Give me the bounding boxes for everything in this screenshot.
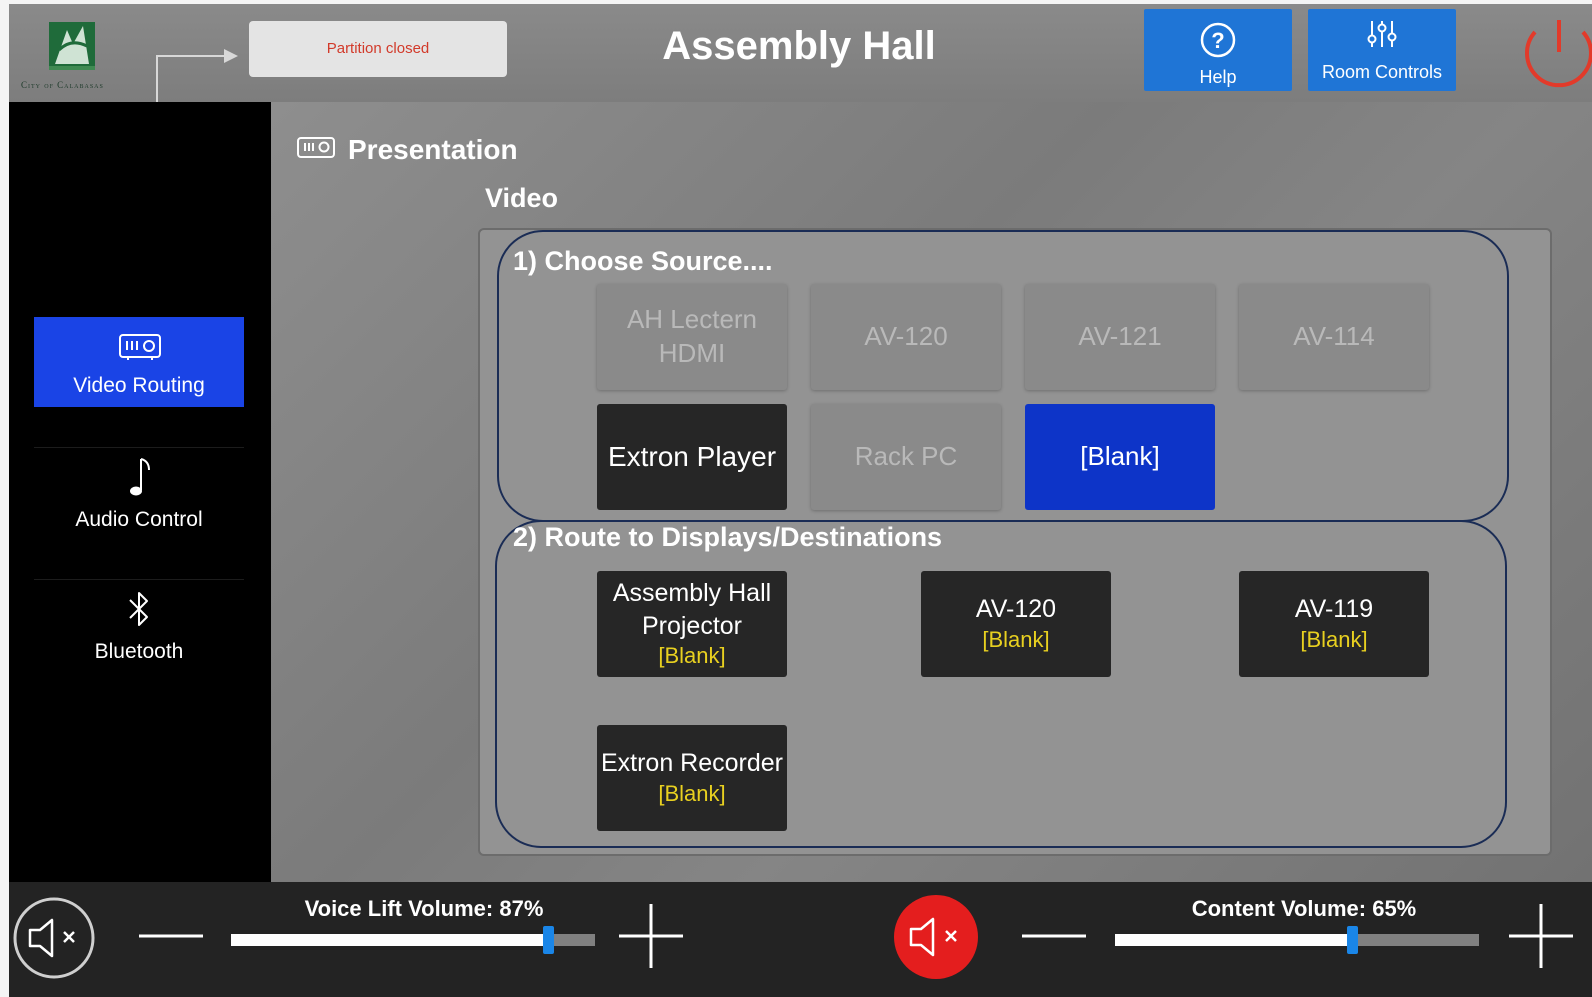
source-label: Extron Player (607, 440, 777, 472)
source-button-av-114[interactable]: AV-114 (1239, 284, 1429, 390)
destination-label: AV-119 (1294, 595, 1374, 624)
destination-source: [Blank] (982, 626, 1050, 652)
sidebar-item-label: Audio Control (75, 508, 203, 531)
speaker-mute-icon (28, 918, 54, 958)
svg-text:?: ? (1211, 28, 1224, 53)
help-circle-icon: ? (1200, 22, 1236, 58)
room-controls-button[interactable]: Room Controls (1308, 9, 1456, 91)
projector-icon (297, 137, 335, 158)
content-minus-button[interactable] (1022, 932, 1086, 940)
destination-label: AV-120 (975, 595, 1057, 624)
room-controls-label: Room Controls (1321, 62, 1443, 82)
voice-lift-volume-label: Voice Lift Volume: 87% (304, 896, 544, 921)
slider-handle[interactable] (1347, 926, 1358, 954)
destination-source: [Blank] (658, 643, 726, 669)
source-button-ah-lectern-hdmi[interactable]: AH Lectern HDMI (597, 284, 787, 390)
divider (34, 579, 244, 580)
destination-button-assembly-hall-projector[interactable]: Assembly Hall Projector [Blank] (597, 571, 787, 677)
source-label: AV-120 (864, 321, 948, 352)
content-volume-label: Content Volume: 65% (1191, 896, 1417, 921)
source-button-extron-player[interactable]: Extron Player (597, 404, 787, 510)
city-logo: City of Calabasas (21, 14, 151, 94)
source-label: [Blank] (1080, 441, 1160, 472)
sidebar-item-bluetooth[interactable]: Bluetooth (34, 584, 244, 674)
sidebar: Video Routing Audio Control Bluetooth (9, 102, 271, 882)
slider-fill (1115, 934, 1352, 946)
destination-source: [Blank] (658, 780, 726, 806)
volume-bar: Voice Lift Volume: 87% Content Volume: 6… (9, 882, 1592, 997)
sidebar-item-label: Video Routing (73, 374, 205, 397)
source-button-av-120[interactable]: AV-120 (811, 284, 1001, 390)
connector-line (156, 55, 228, 57)
touch-panel-screen: City of Calabasas Partition closed Assem… (0, 0, 1592, 997)
destination-source: [Blank] (1300, 626, 1368, 652)
sliders-icon (1367, 21, 1397, 47)
source-button-av-121[interactable]: AV-121 (1025, 284, 1215, 390)
destination-button-av-120[interactable]: AV-120 [Blank] (921, 571, 1111, 677)
sidebar-item-label: Bluetooth (94, 640, 184, 663)
page-margin-left (0, 0, 9, 997)
destination-button-av-119[interactable]: AV-119 [Blank] (1239, 571, 1429, 677)
sidebar-item-video-routing[interactable]: Video Routing (34, 317, 244, 407)
voice-lift-plus-button[interactable] (619, 904, 683, 968)
route-title: 2) Route to Displays/Destinations (513, 522, 943, 552)
voice-lift-minus-button[interactable] (139, 932, 203, 940)
source-label: AV-114 (1293, 321, 1375, 352)
power-icon[interactable] (1517, 18, 1592, 94)
page-title: Assembly Hall (662, 24, 936, 68)
subsection-title: Video (485, 183, 559, 213)
content-plus-button[interactable] (1509, 904, 1573, 968)
destination-label: Extron Recorder (600, 749, 784, 778)
destination-label: Assembly Hall Projector (612, 579, 772, 640)
source-button-blank[interactable]: [Blank] (1025, 404, 1215, 510)
content-volume-slider[interactable] (1115, 926, 1479, 954)
city-name: City of Calabasas (21, 80, 104, 90)
destination-button-extron-recorder[interactable]: Extron Recorder [Blank] (597, 725, 787, 831)
header-bar: City of Calabasas Partition closed Assem… (9, 4, 1592, 102)
help-label: Help (1199, 67, 1237, 87)
source-label: Rack PC (854, 441, 958, 472)
partition-status: Partition closed (249, 21, 507, 77)
projector-icon (119, 334, 161, 360)
source-label: AH Lectern HDMI (626, 304, 758, 368)
connector-arrow (224, 49, 238, 63)
music-note-icon (130, 458, 150, 496)
choose-source-title: 1) Choose Source.... (513, 246, 773, 276)
source-button-rack-pc[interactable]: Rack PC (811, 404, 1001, 510)
content-mute-button[interactable] (893, 894, 979, 980)
divider (34, 447, 244, 448)
section-title: Presentation (348, 134, 518, 165)
source-label: AV-121 (1078, 321, 1162, 352)
voice-lift-mute-button[interactable] (12, 896, 96, 980)
city-seal-icon (49, 22, 95, 70)
slider-handle[interactable] (543, 926, 554, 954)
sidebar-item-audio-control[interactable]: Audio Control (34, 452, 244, 542)
slider-fill (231, 934, 548, 946)
voice-lift-slider[interactable] (231, 926, 595, 954)
bluetooth-icon (129, 592, 148, 626)
help-button[interactable]: ? Help (1144, 9, 1292, 91)
